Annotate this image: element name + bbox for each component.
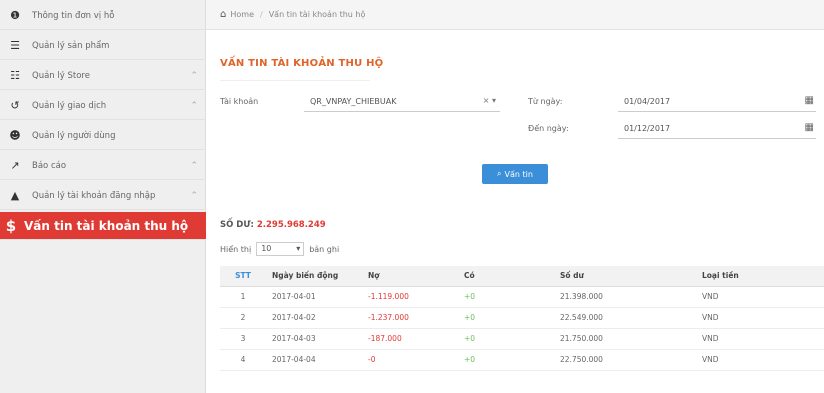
- sidebar-item-label: Thông tin đơn vị hỗ: [32, 10, 115, 21]
- table-cell-date: 2017-04-02: [266, 307, 362, 329]
- balance-summary: SỐ DƯ: 2.295.968.249: [220, 220, 326, 230]
- sidebar-item[interactable]: $ Vấn tin tài khoản thu hộ: [0, 212, 206, 240]
- table-cell-no: -187.000: [362, 328, 458, 350]
- chart-icon: ↗: [10, 159, 20, 172]
- select-controls-icon[interactable]: × ▾: [483, 96, 496, 105]
- sidebar-item-label: Vấn tin tài khoản thu hộ: [24, 218, 189, 233]
- info-circle-icon: ❶: [10, 9, 20, 22]
- table-cell-no: -1.119.000: [362, 286, 458, 308]
- table-row: 4 2017-04-04 -0 +0 22.750.000 VND: [220, 349, 824, 371]
- column-header[interactable]: Nợ: [362, 266, 458, 287]
- balance-amount: 2.295.968.249: [256, 220, 326, 230]
- table-cell-balance: 21.750.000: [554, 328, 696, 350]
- sidebar-item-label: Quản lý tài khoản đăng nhập: [32, 190, 156, 201]
- breadcrumb-separator: /: [259, 10, 263, 19]
- show-label: Hiển thị: [220, 244, 252, 254]
- page-title: VẤN TIN TÀI KHOẢN THU HỘ: [220, 58, 384, 69]
- records-label: bản ghi: [309, 244, 340, 254]
- undo-icon: ↺: [10, 99, 20, 112]
- sidebar-item[interactable]: ☰ Quản lý sản phẩm: [0, 32, 206, 60]
- search-button-label: Vấn tin: [504, 169, 533, 179]
- balance-label: SỐ DƯ:: [220, 220, 254, 230]
- sidebar-item[interactable]: ↺ Quản lý giao dịch ⌃: [0, 92, 206, 120]
- sidebar-item-label: Quản lý người dùng: [32, 130, 116, 141]
- search-icon: ⌕: [497, 169, 502, 178]
- breadcrumb: ⌂ Home / Vấn tin tài khoản thu hộ: [206, 0, 824, 30]
- home-icon[interactable]: ⌂: [220, 9, 226, 20]
- sidebar-item-label: Quản lý sản phẩm: [32, 40, 110, 51]
- sidebar-item[interactable]: ❶ Thông tin đơn vị hỗ: [0, 2, 206, 30]
- column-header[interactable]: STT: [220, 266, 266, 287]
- column-header[interactable]: Số dư: [554, 266, 696, 287]
- table-cell-date: 2017-04-03: [266, 328, 362, 350]
- grid-icon: ☷: [10, 69, 20, 82]
- calendar-icon[interactable]: ▦: [805, 95, 814, 106]
- chevron-icon: ⌃: [190, 100, 198, 111]
- calendar-icon[interactable]: ▦: [805, 122, 814, 133]
- from-date-label: Từ ngày:: [528, 97, 563, 106]
- table-row: 1 2017-04-01 -1.119.000 +0 21.398.000 VND: [220, 286, 824, 308]
- table-row: 2 2017-04-02 -1.237.000 +0 22.549.000 VND: [220, 307, 824, 329]
- column-header[interactable]: Ngày biến động: [266, 266, 362, 287]
- dollar-icon: $: [5, 216, 17, 235]
- page-size-value: 10: [261, 244, 272, 253]
- table-cell-stt: 2: [220, 307, 266, 329]
- chevron-icon: ⌃: [190, 160, 198, 171]
- page-size-select[interactable]: 10 ▾: [256, 242, 305, 256]
- breadcrumb-home[interactable]: Home: [230, 10, 254, 19]
- breadcrumb-current: Vấn tin tài khoản thu hộ: [268, 10, 366, 19]
- column-header[interactable]: Có: [458, 266, 554, 287]
- table-header-row: STT Ngày biến động Nợ Có Số dư Loại tiền: [220, 266, 824, 287]
- table-cell-balance: 22.750.000: [554, 349, 696, 371]
- table-cell-stt: 1: [220, 286, 266, 308]
- sidebar-item-label: Báo cáo: [32, 160, 67, 171]
- table-cell-co: +0: [458, 349, 554, 371]
- to-date-label: Đến ngày:: [528, 124, 569, 133]
- transactions-table: STT Ngày biến động Nợ Có Số dư Loại tiền…: [220, 266, 824, 371]
- from-date-input[interactable]: 01/04/2017 ▦: [618, 92, 816, 112]
- search-button[interactable]: ⌕ Vấn tin: [482, 164, 548, 184]
- sidebar-item-label: Quản lý Store: [32, 70, 90, 81]
- table-cell-balance: 21.398.000: [554, 286, 696, 308]
- table-cell-currency: VND: [696, 349, 824, 371]
- from-date-value: 01/04/2017: [624, 97, 671, 106]
- to-date-input[interactable]: 01/12/2017 ▦: [618, 119, 816, 139]
- table-cell-co: +0: [458, 286, 554, 308]
- table-cell-no: -1.237.000: [362, 307, 458, 329]
- account-select[interactable]: QR_VNPAY_CHIEBUAK × ▾: [304, 92, 500, 112]
- main-content: VẤN TIN TÀI KHOẢN THU HỘ Tài khoản QR_VN…: [206, 30, 824, 393]
- table-cell-currency: VND: [696, 307, 824, 329]
- chevron-icon: ⌃: [190, 70, 198, 81]
- chevron-icon: ⌃: [190, 190, 198, 201]
- sidebar-item[interactable]: ☷ Quản lý Store ⌃: [0, 62, 206, 90]
- list-icon: ☰: [10, 39, 20, 52]
- account-label: Tài khoản: [220, 97, 259, 106]
- users-icon: ☻: [9, 129, 21, 142]
- sidebar-item-label: Quản lý giao dịch: [32, 100, 107, 111]
- caret-down-icon: ▾: [296, 244, 301, 253]
- table-cell-currency: VND: [696, 286, 824, 308]
- sidebar: ❶ Thông tin đơn vị hỗ ☰ Quản lý sản phẩm ☷ Qu…: [0, 0, 206, 393]
- table-cell-balance: 22.549.000: [554, 307, 696, 329]
- table-row: 3 2017-04-03 -187.000 +0 21.750.000 VND: [220, 328, 824, 350]
- table-cell-no: -0: [362, 349, 458, 371]
- user-icon: ▲: [10, 189, 20, 202]
- table-cell-stt: 3: [220, 328, 266, 350]
- table-cell-currency: VND: [696, 328, 824, 350]
- to-date-value: 01/12/2017: [624, 124, 671, 133]
- column-header[interactable]: Loại tiền: [696, 266, 824, 287]
- table-cell-stt: 4: [220, 349, 266, 371]
- table-cell-co: +0: [458, 328, 554, 350]
- sidebar-item[interactable]: ↗ Báo cáo ⌃: [0, 152, 206, 180]
- sidebar-item[interactable]: ☻ Quản lý người dùng: [0, 122, 206, 150]
- sidebar-item[interactable]: ▲ Quản lý tài khoản đăng nhập ⌃: [0, 182, 206, 210]
- table-cell-date: 2017-04-04: [266, 349, 362, 371]
- page-size-control: Hiển thị 10 ▾ bản ghi: [220, 242, 339, 256]
- table-cell-co: +0: [458, 307, 554, 329]
- title-divider: [220, 80, 370, 81]
- table-cell-date: 2017-04-01: [266, 286, 362, 308]
- account-value: QR_VNPAY_CHIEBUAK: [310, 97, 397, 106]
